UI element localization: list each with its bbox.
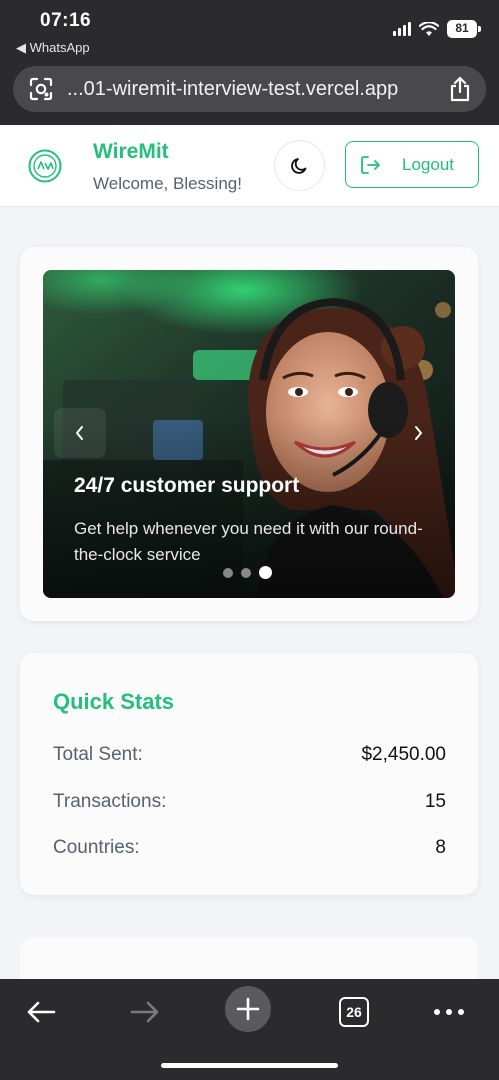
stat-row-transactions: Transactions: 15 — [53, 791, 446, 813]
stat-label: Transactions: — [53, 791, 167, 812]
slide-title: 24/7 customer support — [74, 474, 300, 497]
battery-indicator: 81 — [447, 20, 481, 38]
status-time: 07:16 — [40, 10, 92, 31]
chevron-right-icon — [415, 426, 422, 440]
back-arrow-icon[interactable] — [16, 987, 66, 1037]
stat-row-total-sent: Total Sent: $2,450.00 — [53, 744, 446, 766]
app-header: WireMit Welcome, Blessing! Logout — [0, 125, 499, 207]
quick-stats-card: Quick Stats Total Sent: $2,450.00 Transa… — [20, 653, 478, 895]
moon-icon — [290, 157, 306, 174]
carousel-card: 24/7 customer support Get help whenever … — [20, 247, 478, 621]
wifi-icon — [419, 21, 439, 36]
camera-lens-icon[interactable] — [19, 66, 63, 112]
stat-value: 8 — [435, 837, 446, 858]
stat-label: Countries: — [53, 837, 140, 858]
logo-icon — [26, 147, 64, 185]
url-text[interactable]: ...01-wiremit-interview-test.vercel.app — [67, 78, 440, 101]
stat-label: Total Sent: — [53, 744, 143, 765]
logout-icon — [361, 155, 380, 174]
tabs-count: 26 — [339, 997, 369, 1027]
url-bar[interactable]: ...01-wiremit-interview-test.vercel.app — [13, 66, 486, 112]
carousel-next-button[interactable] — [392, 408, 444, 458]
signal-icon — [393, 22, 411, 36]
carousel-dot-2[interactable] — [241, 567, 251, 578]
carousel-dot-3[interactable] — [259, 566, 272, 579]
stat-value: $2,450.00 — [361, 744, 446, 765]
carousel-prev-button[interactable] — [54, 408, 106, 458]
stat-row-countries: Countries: 8 — [53, 837, 446, 859]
forward-arrow-icon[interactable] — [120, 987, 170, 1037]
plus-icon[interactable] — [225, 986, 271, 1032]
logout-label: Logout — [402, 154, 454, 174]
logout-button[interactable]: Logout — [345, 141, 479, 188]
status-bar: 07:16 ◀ WhatsApp 81 — [0, 0, 499, 62]
browser-toolbar: 26 — [0, 979, 499, 1080]
chevron-left-icon — [76, 426, 83, 440]
carousel-dots — [223, 566, 272, 579]
carousel-slide[interactable]: 24/7 customer support Get help whenever … — [43, 270, 455, 598]
more-icon[interactable] — [424, 987, 474, 1037]
brand-name: WireMit — [93, 140, 169, 163]
stat-value: 15 — [424, 791, 446, 812]
carousel-dot-1[interactable] — [223, 567, 233, 578]
back-to-app-link[interactable]: ◀ WhatsApp — [16, 40, 90, 56]
quick-stats-title: Quick Stats — [53, 689, 175, 714]
status-icons: 81 — [393, 20, 481, 38]
theme-toggle-button[interactable] — [274, 140, 325, 191]
tabs-icon[interactable]: 26 — [329, 987, 379, 1037]
slide-description: Get help whenever you need it with our r… — [74, 519, 423, 564]
share-icon[interactable] — [440, 66, 480, 112]
welcome-message: Welcome, Blessing! — [93, 174, 242, 193]
home-indicator — [161, 1063, 338, 1068]
browser-url-area: ...01-wiremit-interview-test.vercel.app — [0, 62, 499, 125]
